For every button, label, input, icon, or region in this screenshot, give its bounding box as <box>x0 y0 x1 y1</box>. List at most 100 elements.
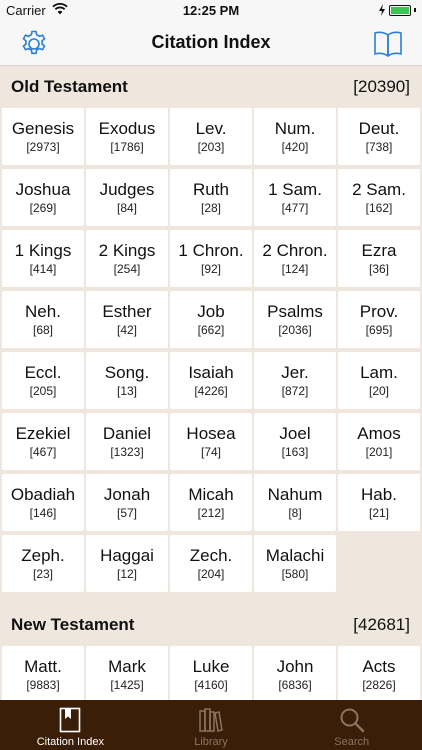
book-citation-count: [6836] <box>278 677 312 692</box>
book-cell[interactable]: Lam. [20] <box>338 352 420 409</box>
book-name: Hab. <box>361 484 397 504</box>
book-citation-count: [92] <box>200 261 221 276</box>
section-new-testament: New Testament [42681] Matt. [9883] Mark [14… <box>0 604 422 700</box>
book-name: Daniel <box>102 423 152 443</box>
citation-index-list[interactable]: Old Testament [20390] Genesis [2973] Exodu… <box>0 66 422 700</box>
book-name: Luke <box>192 656 230 676</box>
tab-library[interactable]: Library <box>141 700 282 750</box>
section-old-testament: Old Testament [20390] Genesis [2973] Exodu… <box>0 66 422 592</box>
book-cell[interactable]: Mark [1425] <box>86 646 168 700</box>
book-citation-count: [57] <box>116 505 137 520</box>
book-cell[interactable]: Daniel [1323] <box>86 413 168 470</box>
book-citation-count: [21] <box>368 505 389 520</box>
book-name: Num. <box>274 118 316 138</box>
bookmark-book-icon <box>60 707 81 733</box>
page-title: Citation Index <box>151 32 271 52</box>
book-cell[interactable]: Psalms [2036] <box>254 291 336 348</box>
book-cell[interactable]: Joel [163] <box>254 413 336 470</box>
book-name: 2 Sam. <box>352 179 406 199</box>
book-cell[interactable]: Hosea [74] <box>170 413 252 470</box>
book-cell[interactable]: Prov. [695] <box>338 291 420 348</box>
book-citation-count: [23] <box>32 566 53 581</box>
book-name: Exodus <box>98 118 156 138</box>
book-name: Haggai <box>100 545 154 565</box>
book-name: Zech. <box>189 545 233 565</box>
book-cell[interactable]: Ezekiel [467] <box>2 413 84 470</box>
book-cell[interactable]: Job [662] <box>170 291 252 348</box>
book-grid: Matt. [9883] Mark [1425] Luke [4160] John [6836… <box>0 646 422 700</box>
section-count: [42681] <box>353 615 410 634</box>
book-cell[interactable]: 1 Chron. [92] <box>170 230 252 287</box>
book-cell[interactable]: Amos [201] <box>338 413 420 470</box>
status-time: 12:25 PM <box>182 3 240 18</box>
book-cell[interactable]: Matt. [9883] <box>2 646 84 700</box>
book-cell[interactable]: John [6836] <box>254 646 336 700</box>
book-citation-count: [163] <box>281 444 309 459</box>
book-cell[interactable]: Zeph. [23] <box>2 535 84 592</box>
book-citation-count: [662] <box>197 322 225 337</box>
book-name: Acts <box>362 656 396 676</box>
book-citation-count: [28] <box>200 200 221 215</box>
book-citation-count: [269] <box>29 200 57 215</box>
book-cell[interactable]: Esther [42] <box>86 291 168 348</box>
book-citation-count: [9883] <box>26 677 60 692</box>
book-cell[interactable]: Malachi [580] <box>254 535 336 592</box>
book-name: 1 Chron. <box>178 240 244 260</box>
book-cell[interactable]: Neh. [68] <box>2 291 84 348</box>
book-name: Ruth <box>193 179 229 199</box>
book-name: Neh. <box>25 301 61 321</box>
battery-icon <box>378 4 416 16</box>
book-name: Ezekiel <box>15 423 71 443</box>
book-cell[interactable]: 2 Chron. [124] <box>254 230 336 287</box>
book-cell[interactable]: Lev. [203] <box>170 108 252 165</box>
book-citation-count: [414] <box>29 261 57 276</box>
book-citation-count: [1786] <box>110 139 144 154</box>
book-cell[interactable]: Judges [84] <box>86 169 168 226</box>
book-name: Eccl. <box>24 362 62 382</box>
book-name: Matt. <box>24 656 62 676</box>
book-cell[interactable]: Deut. [738] <box>338 108 420 165</box>
book-cell[interactable]: Luke [4160] <box>170 646 252 700</box>
book-citation-count: [204] <box>197 566 225 581</box>
book-cell[interactable]: Song. [13] <box>86 352 168 409</box>
book-cell[interactable]: Micah [212] <box>170 474 252 531</box>
book-cell[interactable]: Haggai [12] <box>86 535 168 592</box>
book-cell[interactable]: Zech. [204] <box>170 535 252 592</box>
book-cell[interactable]: Exodus [1786] <box>86 108 168 165</box>
book-cell[interactable]: Hab. [21] <box>338 474 420 531</box>
tab-search[interactable]: Search <box>281 700 422 750</box>
open-book-icon <box>374 31 402 57</box>
book-citation-count: [12] <box>116 566 137 581</box>
book-cell[interactable]: Acts [2826] <box>338 646 420 700</box>
book-cell[interactable]: 1 Sam. [477] <box>254 169 336 226</box>
book-cell[interactable]: Jer. [872] <box>254 352 336 409</box>
book-citation-count: [4226] <box>194 383 228 398</box>
book-cell[interactable]: Isaiah [4226] <box>170 352 252 409</box>
library-button[interactable] <box>372 28 404 60</box>
book-citation-count: [13] <box>116 383 137 398</box>
book-citation-count: [84] <box>116 200 137 215</box>
book-citation-count: [254] <box>113 261 141 276</box>
book-cell[interactable]: 2 Sam. [162] <box>338 169 420 226</box>
book-name: Jonah <box>103 484 151 504</box>
tab-label: Search <box>334 736 370 748</box>
book-name: Deut. <box>358 118 400 138</box>
book-cell[interactable]: Jonah [57] <box>86 474 168 531</box>
book-cell[interactable]: Eccl. [205] <box>2 352 84 409</box>
book-cell[interactable]: 2 Kings [254] <box>86 230 168 287</box>
book-name: 1 Kings <box>14 240 72 260</box>
book-cell[interactable]: Obadiah [146] <box>2 474 84 531</box>
book-cell[interactable]: Ruth [28] <box>170 169 252 226</box>
book-cell[interactable]: Nahum [8] <box>254 474 336 531</box>
book-cell[interactable]: Joshua [269] <box>2 169 84 226</box>
book-cell[interactable]: Genesis [2973] <box>2 108 84 165</box>
book-cell[interactable]: Ezra [36] <box>338 230 420 287</box>
book-citation-count: [201] <box>365 444 393 459</box>
tab-citation-index[interactable]: Citation Index <box>0 700 141 750</box>
section-header: Old Testament [20390] <box>0 66 422 108</box>
book-cell[interactable]: Num. [420] <box>254 108 336 165</box>
book-name: Mark <box>108 656 146 676</box>
book-citation-count: [1323] <box>110 444 144 459</box>
book-cell[interactable]: 1 Kings [414] <box>2 230 84 287</box>
book-citation-count: [4160] <box>194 677 228 692</box>
